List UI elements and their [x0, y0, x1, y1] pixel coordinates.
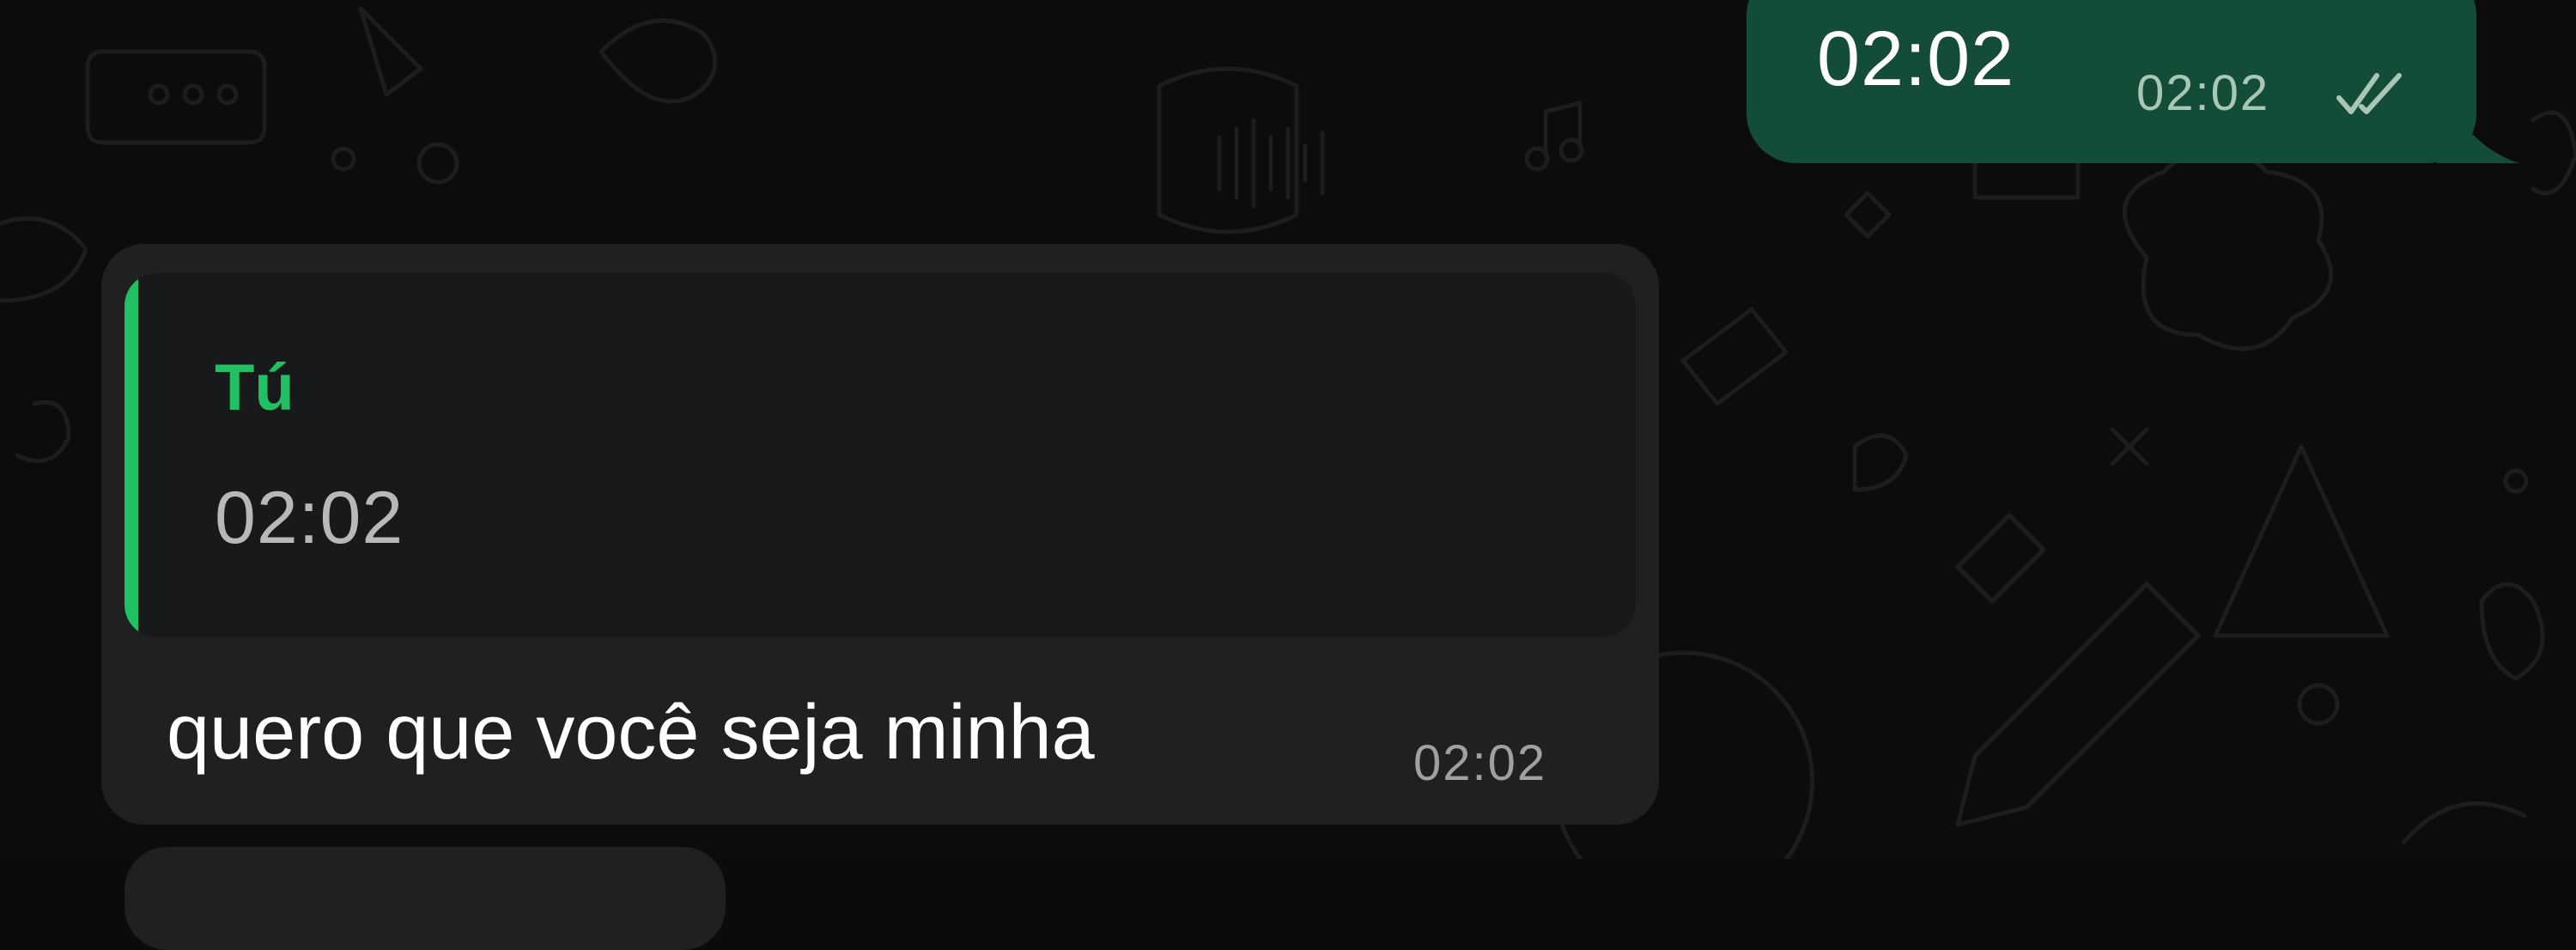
outgoing-message-text: 02:02	[1817, 16, 2015, 102]
next-message-bubble[interactable]	[125, 847, 726, 950]
reply-author: Tú	[215, 351, 295, 424]
reply-quoted-text: 02:02	[215, 477, 404, 559]
reply-accent-bar	[125, 273, 138, 637]
reply-quote[interactable]	[125, 273, 1636, 637]
outgoing-bubble-tail	[2437, 82, 2519, 163]
outgoing-message-time: 02:02	[2136, 65, 2270, 121]
incoming-message-time: 02:02	[1413, 735, 1547, 791]
incoming-message-text: quero que você seja minha	[167, 690, 1095, 776]
double-check-read-icon	[2336, 73, 2402, 114]
